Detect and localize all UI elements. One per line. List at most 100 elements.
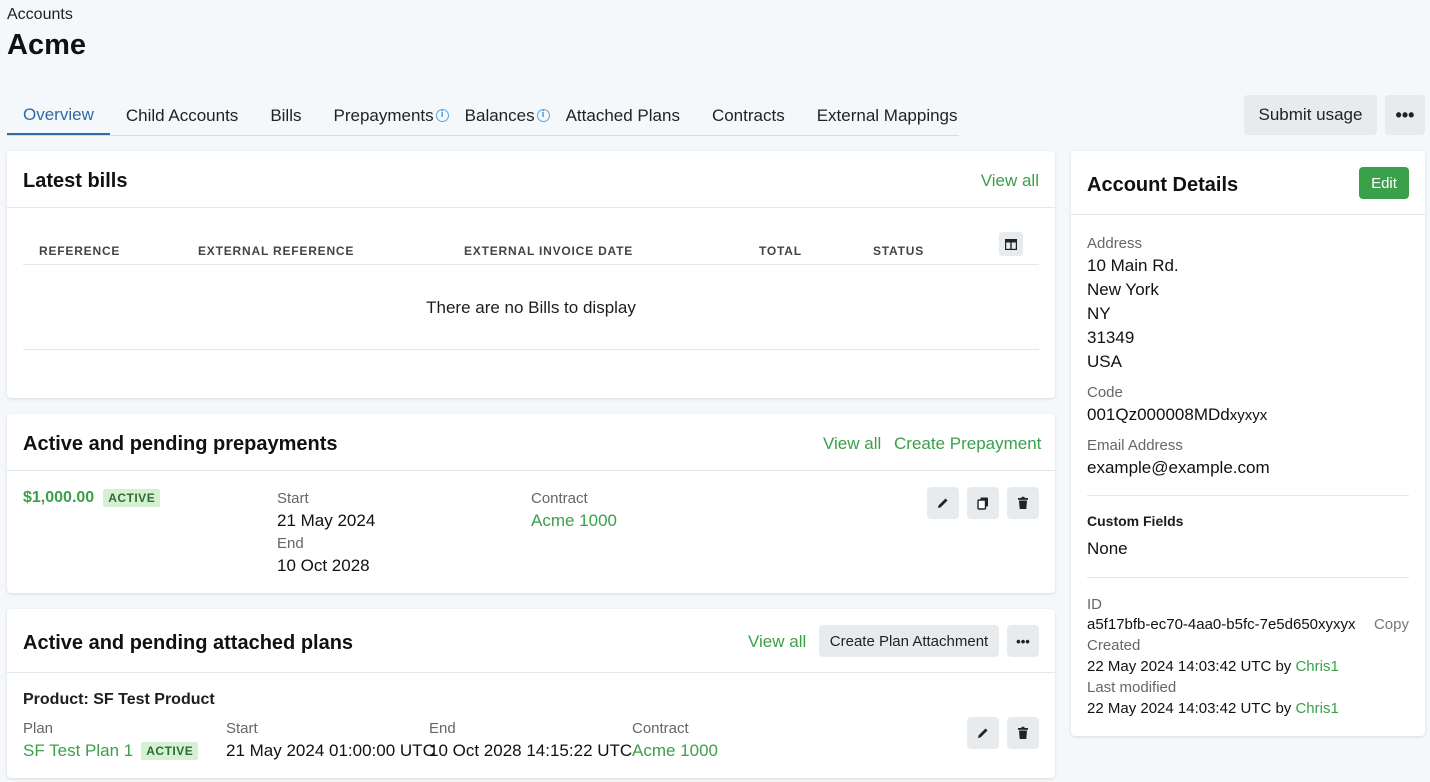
view-all-plans-link[interactable]: View all	[748, 632, 806, 652]
status-badge: ACTIVE	[141, 742, 199, 760]
edit-plan-button[interactable]	[967, 717, 999, 749]
end-value: 10 Oct 2028	[277, 556, 370, 575]
delete-plan-button[interactable]	[1007, 717, 1039, 749]
divider	[1087, 495, 1409, 496]
card-header: Account Details Edit	[1071, 151, 1425, 215]
plan-label: Plan	[23, 720, 54, 737]
prepayment-amount: $1,000.00	[23, 489, 95, 506]
info-icon[interactable]: i	[536, 109, 550, 122]
tab-child-accounts[interactable]: Child Accounts	[110, 96, 254, 135]
tab-bills[interactable]: Bills	[254, 96, 317, 135]
plan-value-group: SF Test Plan 1 ACTIVE	[23, 741, 199, 761]
address-line: 10 Main Rd.	[1087, 256, 1179, 275]
modified-date: 22 May 2024 14:03:42 UTC by	[1087, 700, 1292, 717]
plans-more-button[interactable]: •••	[1007, 625, 1039, 657]
code-main: 001Qz000008MDd	[1087, 405, 1230, 424]
create-plan-attachment-button[interactable]: Create Plan Attachment	[819, 625, 999, 657]
start-label: Start	[226, 720, 258, 737]
address-line: New York	[1087, 280, 1159, 299]
card-title: Account Details	[1087, 174, 1239, 196]
copy-prepayment-button[interactable]	[967, 487, 999, 519]
view-all-bills-link[interactable]: View all	[981, 171, 1039, 191]
id-value: a5f17bfb-ec70-4aa0-b5fc-7e5d650xyxyx	[1087, 616, 1356, 633]
tab-external-mappings[interactable]: External Mappings	[801, 96, 974, 135]
edit-prepayment-button[interactable]	[927, 487, 959, 519]
created-by-link[interactable]: Chris1	[1295, 658, 1338, 675]
custom-fields-label: Custom Fields	[1087, 513, 1184, 529]
columns-toggle-icon[interactable]	[999, 232, 1023, 256]
code-suffix: xyxyx	[1229, 407, 1268, 424]
tab-contracts[interactable]: Contracts	[696, 96, 801, 135]
plan-link[interactable]: SF Test Plan 1	[23, 741, 133, 761]
start-value: 21 May 2024	[277, 511, 376, 530]
card-title: Latest bills	[23, 170, 128, 192]
email-label: Email Address	[1087, 437, 1183, 454]
column-header[interactable]: STATUS	[873, 244, 924, 258]
column-header[interactable]: REFERENCE	[39, 244, 120, 258]
id-label: ID	[1087, 596, 1102, 613]
end-value: 10 Oct 2028 14:15:22 UTC	[429, 741, 633, 760]
tab-balances[interactable]: Balances i	[449, 96, 550, 135]
contract-link[interactable]: Acme 1000	[632, 741, 718, 761]
info-icon[interactable]: i	[435, 109, 449, 122]
start-label: Start	[277, 490, 309, 507]
end-label: End	[277, 535, 304, 552]
tab-overview[interactable]: Overview	[7, 96, 110, 135]
tab-prepayments[interactable]: Prepayments i	[317, 96, 449, 135]
tab-balances-label: Balances	[464, 105, 535, 125]
column-header[interactable]: EXTERNAL REFERENCE	[198, 244, 354, 258]
address-line: NY	[1087, 304, 1111, 323]
created-value: 22 May 2024 14:03:42 UTC by Chris1	[1087, 658, 1339, 675]
modified-value: 22 May 2024 14:03:42 UTC by Chris1	[1087, 700, 1339, 717]
address-label: Address	[1087, 235, 1143, 252]
email-value: example@example.com	[1087, 458, 1270, 477]
card-title: Active and pending attached plans	[23, 632, 354, 654]
attached-plans-card: Active and pending attached plans View a…	[7, 609, 1055, 778]
account-details-card: Account Details Edit Address 10 Main Rd.…	[1071, 151, 1425, 736]
edit-account-button[interactable]: Edit	[1359, 167, 1409, 199]
pencil-icon	[938, 498, 948, 508]
divider	[23, 349, 1039, 350]
end-label: End	[429, 720, 456, 737]
divider	[23, 264, 1039, 265]
submit-usage-button[interactable]: Submit usage	[1244, 95, 1377, 135]
more-actions-button[interactable]: •••	[1385, 95, 1425, 135]
id-suffix: xyxyx	[1318, 616, 1356, 633]
tab-attached-plans[interactable]: Attached Plans	[550, 96, 696, 135]
created-label: Created	[1087, 637, 1141, 654]
code-value: 001Qz000008MDdxyxyx	[1087, 405, 1267, 425]
trash-icon	[1018, 496, 1028, 509]
prepayments-card: Active and pending prepayments View all …	[7, 414, 1055, 593]
breadcrumb[interactable]: Accounts	[7, 6, 73, 24]
contract-link[interactable]: Acme 1000	[531, 511, 617, 531]
empty-state-message: There are no Bills to display	[426, 298, 636, 317]
latest-bills-card: Latest bills View all REFERENCE EXTERNAL…	[7, 151, 1055, 398]
copy-icon	[977, 497, 988, 510]
tab-prepayments-label: Prepayments	[333, 105, 434, 125]
column-header[interactable]: TOTAL	[759, 244, 802, 258]
start-value: 21 May 2024 01:00:00 UTC	[226, 741, 435, 760]
bills-table: REFERENCE EXTERNAL REFERENCE EXTERNAL IN…	[7, 208, 1055, 398]
address-line: 31349	[1087, 328, 1135, 347]
code-label: Code	[1087, 384, 1123, 401]
contract-label: Contract	[531, 490, 588, 507]
card-header: Active and pending prepayments View all …	[7, 414, 1055, 471]
modified-by-link[interactable]: Chris1	[1295, 700, 1338, 717]
view-all-prepayments-link[interactable]: View all	[823, 434, 881, 454]
create-prepayment-link[interactable]: Create Prepayment	[894, 434, 1041, 454]
delete-prepayment-button[interactable]	[1007, 487, 1039, 519]
contract-label: Contract	[632, 720, 689, 737]
copy-id-link[interactable]: Copy	[1374, 616, 1409, 633]
trash-icon	[1018, 726, 1028, 739]
card-header: Active and pending attached plans View a…	[7, 609, 1055, 673]
column-header[interactable]: EXTERNAL INVOICE DATE	[464, 244, 633, 258]
custom-fields-value: None	[1087, 539, 1128, 558]
address-line: USA	[1087, 352, 1122, 371]
pencil-icon	[978, 728, 988, 738]
created-date: 22 May 2024 14:03:42 UTC by	[1087, 658, 1292, 675]
card-header: Latest bills View all	[7, 151, 1055, 208]
prepayment-amount-group: $1,000.00 ACTIVE	[23, 489, 161, 507]
product-name: Product: SF Test Product	[23, 691, 215, 708]
page-title: Acme	[7, 29, 86, 61]
card-title: Active and pending prepayments	[23, 433, 338, 455]
